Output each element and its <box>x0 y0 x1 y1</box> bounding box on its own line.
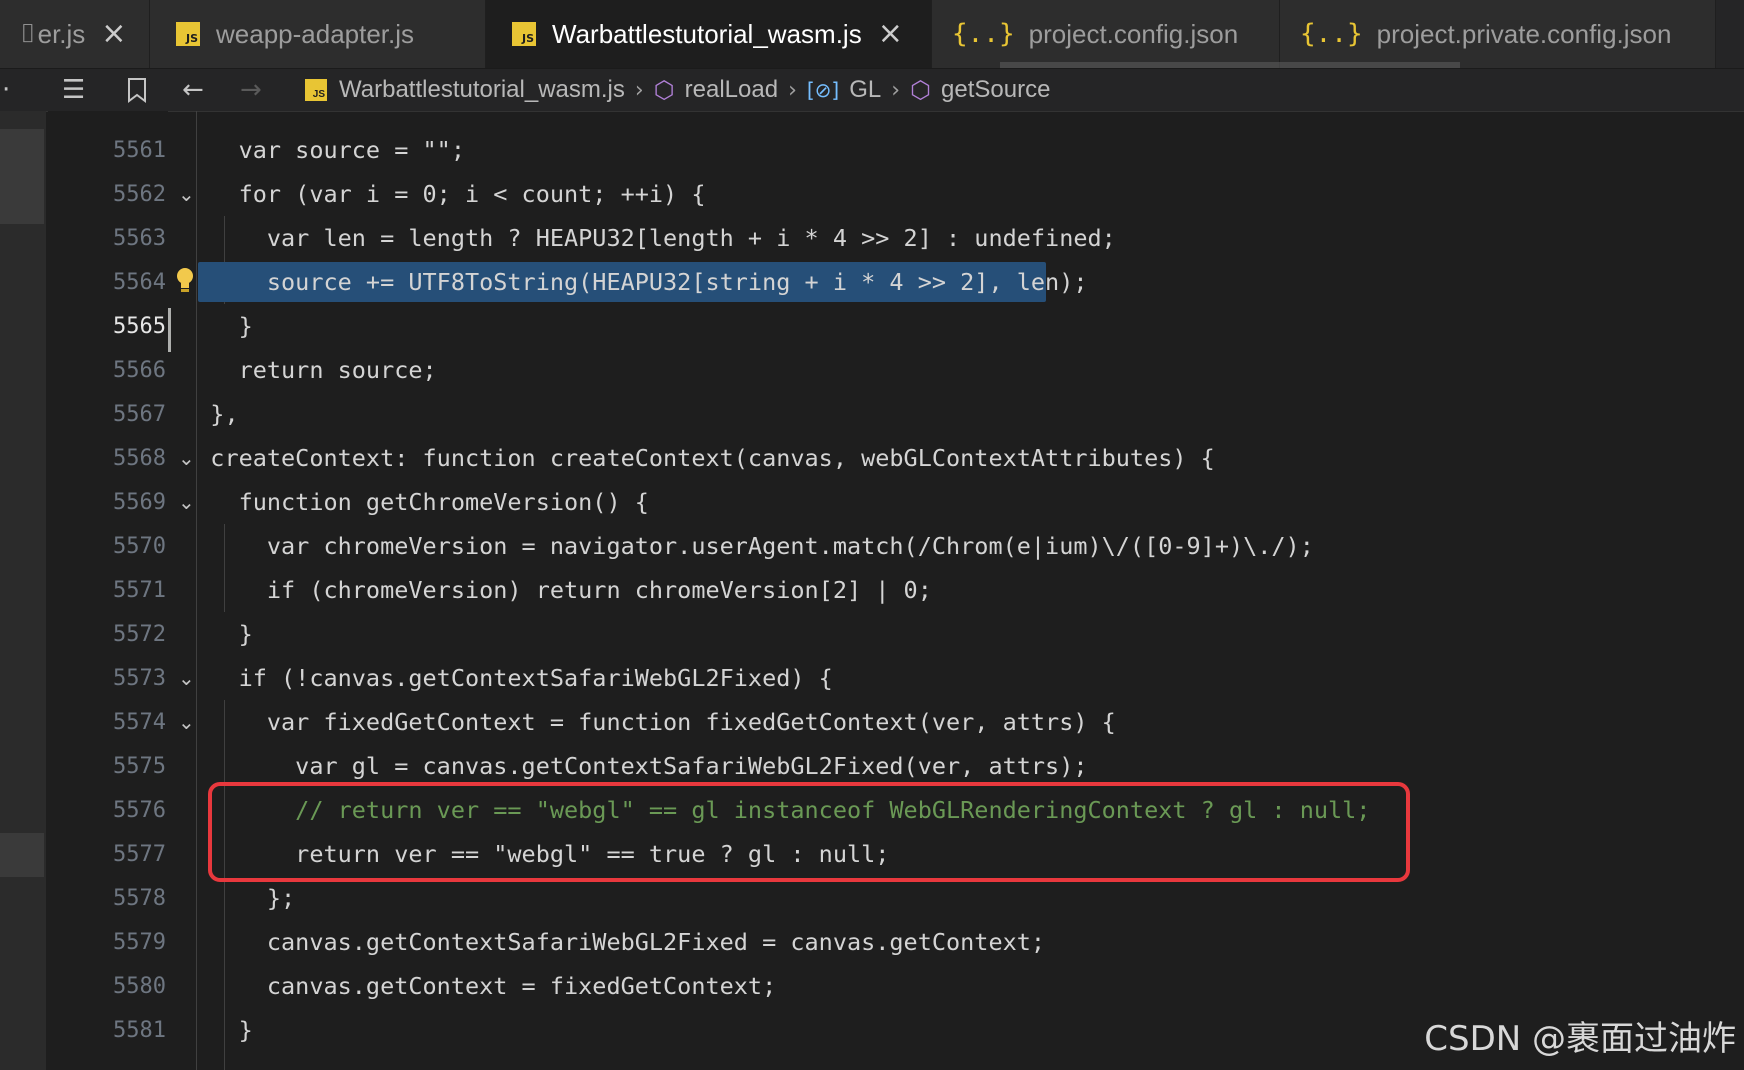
code-line: return source; <box>182 356 437 384</box>
code-line: if (chromeVersion) return chromeVersion[… <box>182 576 932 604</box>
line-number: 5569 <box>113 489 166 515</box>
code-line: createContext: function createContext(ca… <box>182 444 1215 472</box>
line-number: 5562 <box>113 181 166 207</box>
code-line: canvas.getContext = fixedGetContext; <box>182 972 777 1000</box>
tab-warbattlestutorial-wasm-js[interactable]: JS Warbattlestutorial_wasm.js × <box>486 0 932 68</box>
code-line: var len = length ? HEAPU32[length + i * … <box>182 224 1116 252</box>
variable-icon: [⊘] <box>806 78 840 102</box>
code-line: var fixedGetContext = function fixedGetC… <box>182 708 1116 736</box>
code-line: } <box>182 1016 253 1044</box>
tab-label: project.config.json <box>1028 18 1239 49</box>
chevron-right-icon: › <box>788 77 797 103</box>
json-file-icon: {..} <box>952 19 1015 49</box>
close-icon[interactable]: × <box>878 19 903 49</box>
tab-adapter-js[interactable]: ⌷ er.js × <box>0 0 150 68</box>
chevron-right-icon: › <box>634 77 644 103</box>
line-number: 5580 <box>113 973 166 999</box>
tab-project-config-json[interactable]: {..} project.config.json <box>932 0 1280 68</box>
lightbulb-icon[interactable] <box>174 266 196 294</box>
watermark: CSDN @裹面过油炸 <box>1424 1019 1736 1059</box>
line-number: 5570 <box>113 533 166 559</box>
outline-list-icon[interactable]: ☰ <box>62 69 85 111</box>
line-number: 5563 <box>113 225 166 251</box>
line-number: 5579 <box>113 929 166 955</box>
line-number-current: 5565 <box>113 313 166 339</box>
breadcrumb-item-realload[interactable]: realLoad <box>685 76 778 104</box>
code-line: canvas.getContextSafariWebGL2Fixed = can… <box>182 928 1046 956</box>
line-number: 5577 <box>113 841 166 867</box>
code-line-selected: source += UTF8ToString(HEAPU32[string + … <box>182 268 1088 296</box>
line-number: 5566 <box>113 357 166 383</box>
tab-label: weapp-adapter.js <box>216 18 415 49</box>
line-number: 5576 <box>113 797 166 823</box>
bookmark-icon[interactable] <box>126 69 148 111</box>
line-number: 5567 <box>113 401 166 427</box>
breadcrumb: JS Warbattlestutorial_wasm.js › ⬡ realLo… <box>305 69 1050 111</box>
chevron-right-icon: › <box>891 77 901 103</box>
tab-weapp-adapter-js[interactable]: JS weapp-adapter.js <box>150 0 486 68</box>
tab-label: Warbattlestutorial_wasm.js <box>552 18 862 49</box>
activity-strip <box>0 111 46 1070</box>
tab-scrollbar[interactable] <box>1000 62 1460 68</box>
code-line: var source = ""; <box>182 136 465 164</box>
code-line: function getChromeVersion() { <box>182 488 649 516</box>
line-number: 5575 <box>113 753 166 779</box>
js-file-icon: JS <box>512 22 536 46</box>
line-number: 5568 <box>113 445 166 471</box>
close-icon[interactable]: × <box>101 19 126 49</box>
editor-tab-bar: ⌷ er.js × JS weapp-adapter.js JS Warbatt… <box>0 0 1744 69</box>
split-icon: ⌷ <box>20 18 36 49</box>
method-cube-icon: ⬡ <box>910 76 932 104</box>
strip-marker <box>0 833 44 877</box>
back-arrow-icon[interactable]: ← <box>182 69 204 111</box>
breadcrumb-item-getsource[interactable]: getSource <box>941 76 1050 104</box>
breadcrumb-file[interactable]: Warbattlestutorial_wasm.js <box>339 76 625 104</box>
annotation-highlight-box <box>208 782 1410 882</box>
code-line: }; <box>182 884 296 912</box>
js-file-icon: JS <box>305 79 327 101</box>
line-number: 5571 <box>113 577 166 603</box>
line-number-gutter: 5561 5562 ⌄ 5563 5564 5565 5566 5567 556… <box>48 111 195 1070</box>
line-number: 5564 <box>113 269 166 295</box>
breadcrumb-item-gl[interactable]: GL <box>849 76 881 104</box>
json-file-icon: {..} <box>1300 19 1363 49</box>
breadcrumb-toolbar: · ☰ ← → JS Warbattlestutorial_wasm.js › … <box>0 69 1744 112</box>
dot-icon: · <box>2 75 11 105</box>
code-line: for (var i = 0; i < count; ++i) { <box>182 180 706 208</box>
line-number: 5581 <box>113 1017 166 1043</box>
code-editor[interactable]: var source = ""; for (var i = 0; i < cou… <box>168 111 1744 1070</box>
line-number: 5561 <box>113 137 166 163</box>
code-line: } <box>182 312 253 340</box>
forward-arrow-icon[interactable]: → <box>240 69 262 111</box>
line-number: 5574 <box>113 709 166 735</box>
code-line: if (!canvas.getContextSafariWebGL2Fixed)… <box>182 664 833 692</box>
code-line: } <box>182 620 253 648</box>
tab-label: er.js <box>37 18 86 49</box>
line-number: 5572 <box>113 621 166 647</box>
tab-label: project.private.config.json <box>1376 18 1672 49</box>
code-line: var chromeVersion = navigator.userAgent.… <box>182 532 1314 560</box>
method-cube-icon: ⬡ <box>653 76 675 104</box>
code-line: }, <box>182 400 239 428</box>
js-file-icon: JS <box>176 22 200 46</box>
line-number: 5578 <box>113 885 166 911</box>
strip-marker <box>0 129 44 224</box>
tab-project-private-config-json[interactable]: {..} project.private.config.json <box>1280 0 1716 68</box>
line-number: 5573 <box>113 665 166 691</box>
